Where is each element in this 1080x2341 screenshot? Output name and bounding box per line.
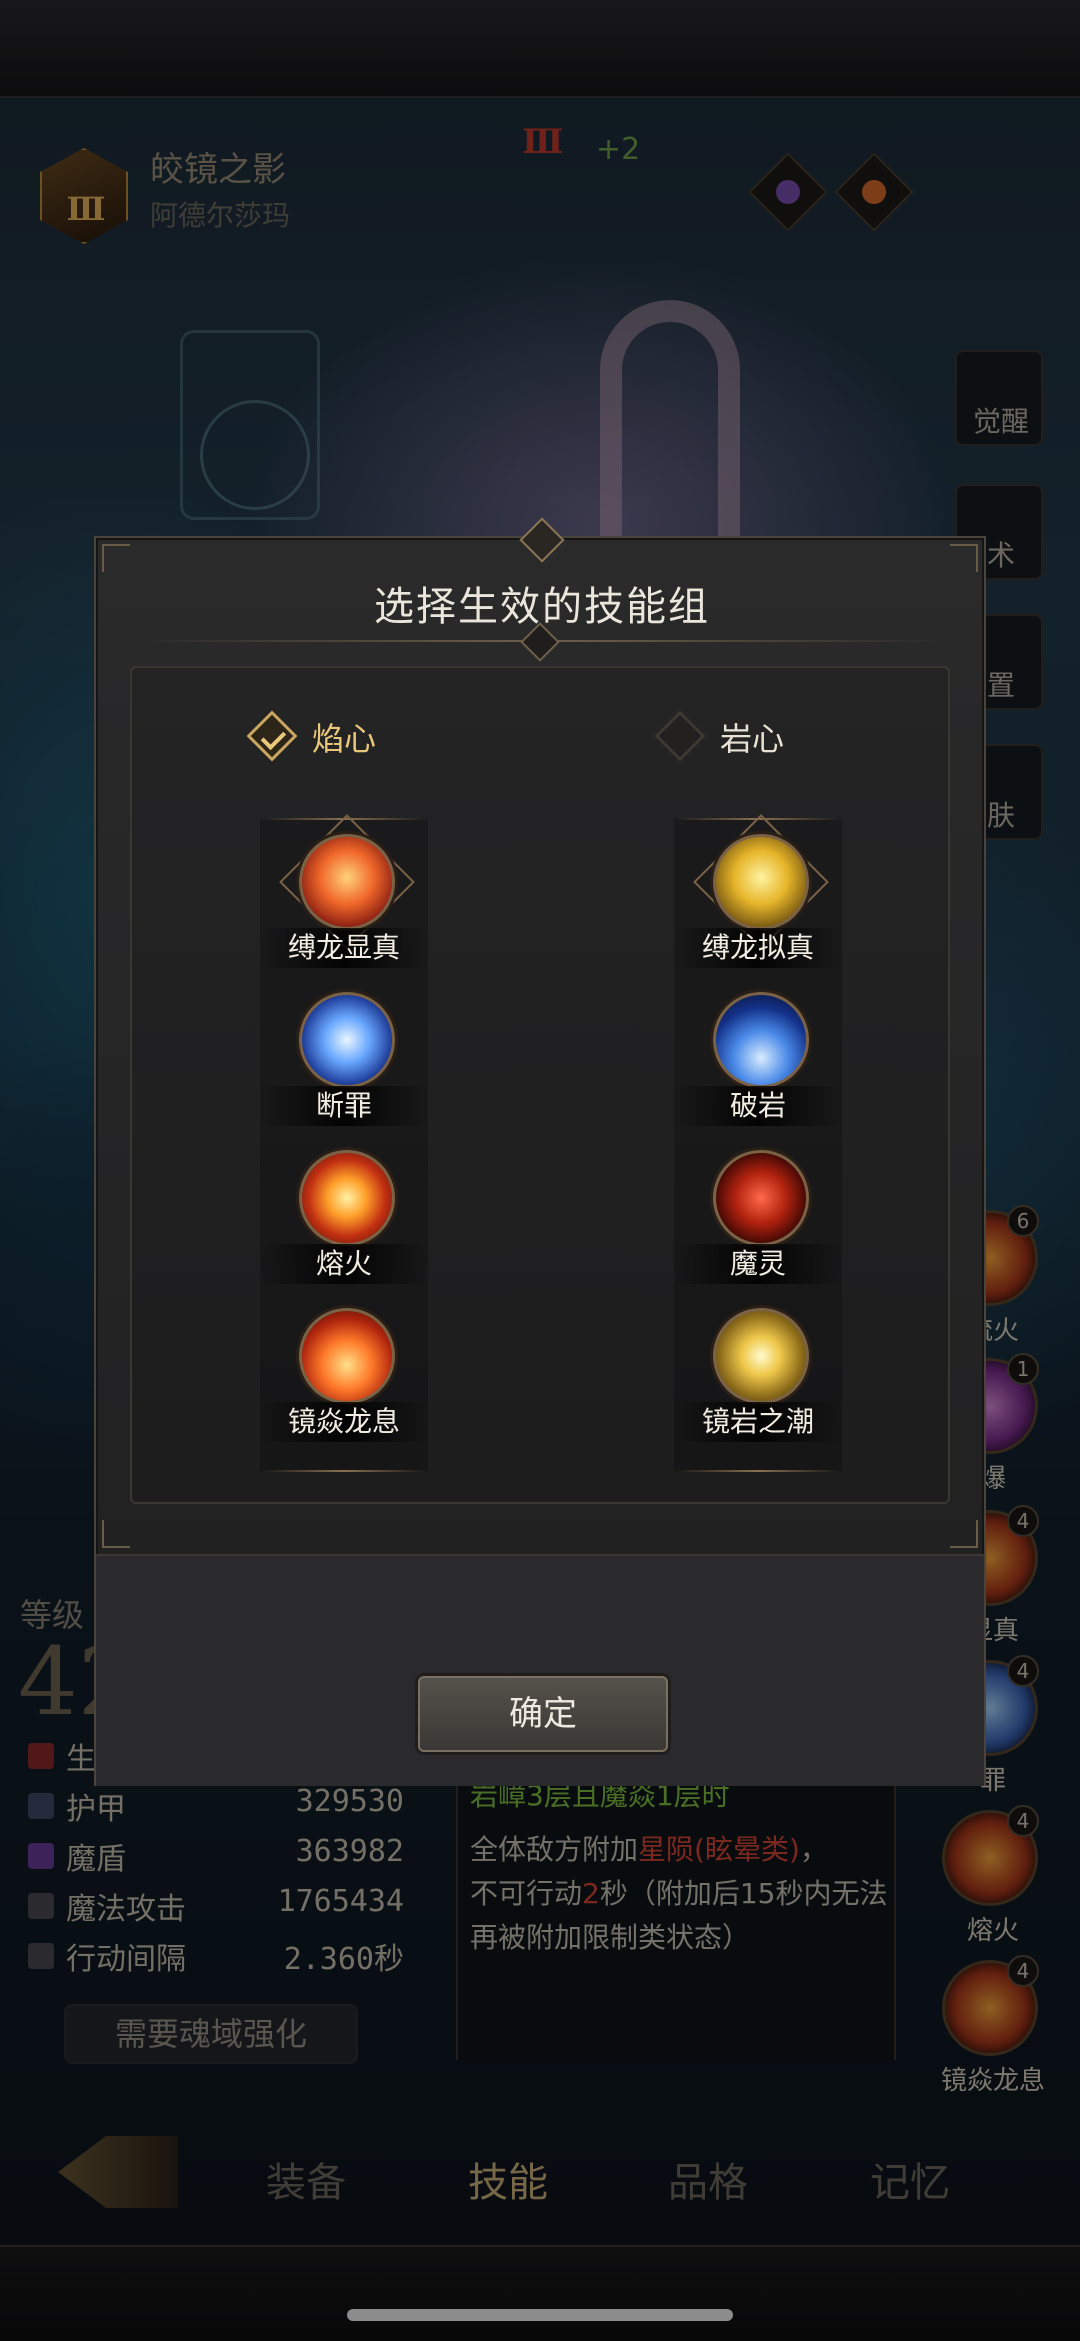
unchecked-icon [654,710,706,762]
skill-slot[interactable]: 镜焱龙息 [260,1302,428,1452]
group-label: 焰心 [312,720,377,758]
group-option-flame-heart[interactable]: 焰心 [246,710,414,764]
skill-slot[interactable]: 魔灵 [674,1144,842,1294]
group-label: 岩心 [720,720,785,758]
golden-swirl-icon [713,834,809,930]
skill-name: 断罪 [260,1086,428,1126]
skill-name: 破岩 [674,1086,842,1126]
rock-tide-icon [713,1308,809,1404]
skill-name: 镜焱龙息 [260,1402,428,1442]
skill-slot[interactable]: 熔火 [260,1144,428,1294]
corner-ornament [950,544,978,572]
skill-name: 缚龙拟真 [674,928,842,968]
flame-swirl-icon [299,834,395,930]
corner-ornament [102,544,130,572]
checked-icon [246,710,298,762]
skill-group-dialog: 选择生效的技能组 焰心 岩心 缚龙显真 断罪 熔火 镜焱龙息 缚龙拟真 破岩 魔… [94,517,986,1786]
skill-name: 魔灵 [674,1244,842,1284]
confirm-button[interactable]: 确定 [418,1676,668,1752]
skill-slot[interactable]: 断罪 [260,986,428,1136]
skill-name: 熔火 [260,1244,428,1284]
skill-slot[interactable]: 缚龙拟真 [674,814,842,978]
skill-name: 缚龙显真 [260,928,428,968]
group-option-rock-heart[interactable]: 岩心 [654,710,822,764]
skill-slot[interactable]: 镜岩之潮 [674,1302,842,1452]
rock-burst-icon [713,992,809,1088]
skill-name: 镜岩之潮 [674,1402,842,1442]
lightning-icon [299,992,395,1088]
skill-slot[interactable]: 破岩 [674,986,842,1136]
demon-spirit-icon [713,1150,809,1246]
corner-ornament [950,1520,978,1548]
game-screen: { "hero": {"name": "皎镜之影", "subtitle": "… [0,0,1080,2341]
skill-slot[interactable]: 缚龙显真 [260,814,428,978]
corner-ornament [102,1520,130,1548]
dragon-flame-icon [299,1308,395,1404]
fire-ring-icon [299,1150,395,1246]
